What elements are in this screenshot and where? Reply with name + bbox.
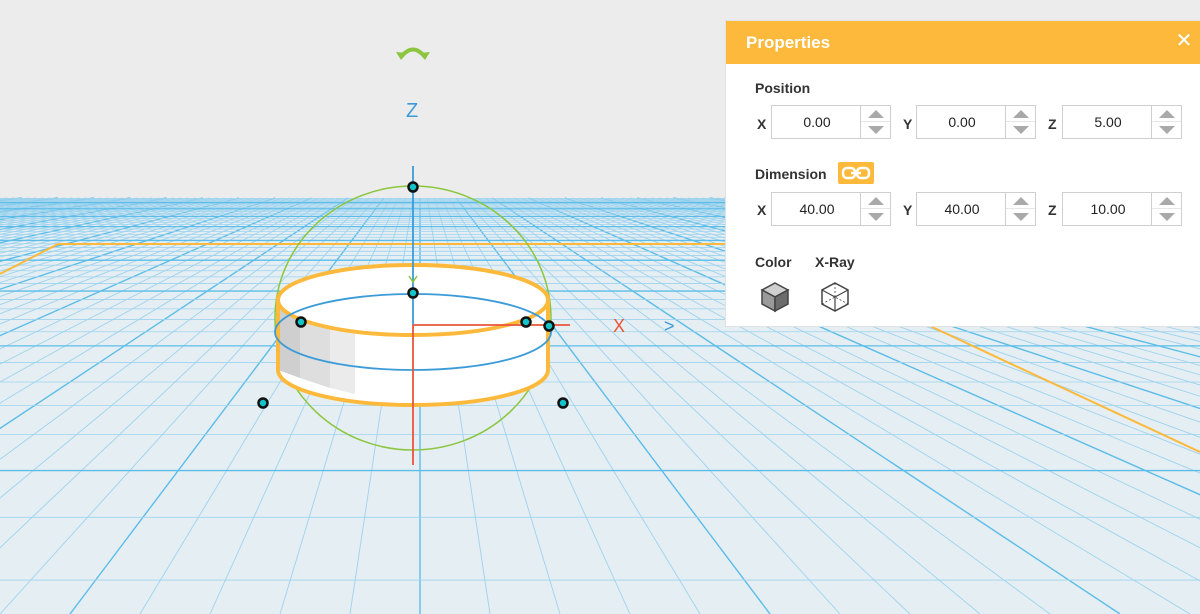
position-z-label: Z bbox=[1048, 116, 1057, 132]
dimension-y-field[interactable] bbox=[916, 192, 1036, 226]
dimension-x-field[interactable] bbox=[771, 192, 891, 226]
decrement-button[interactable] bbox=[1152, 122, 1181, 138]
decrement-button[interactable] bbox=[861, 209, 890, 225]
properties-header: Properties ✕ bbox=[726, 21, 1200, 64]
right-handle bbox=[520, 316, 532, 328]
bottom-left-handle bbox=[257, 397, 269, 409]
color-label: Color bbox=[755, 254, 792, 270]
increment-button[interactable] bbox=[1152, 106, 1181, 122]
dimension-z-label: Z bbox=[1048, 202, 1057, 218]
center-top-handle bbox=[407, 287, 419, 299]
position-x-input[interactable] bbox=[772, 106, 862, 138]
position-label: Position bbox=[755, 80, 811, 96]
position-z-input[interactable] bbox=[1063, 106, 1153, 138]
y-axis-label[interactable]: > bbox=[664, 316, 675, 336]
dimension-z-input[interactable] bbox=[1063, 193, 1153, 225]
decrement-button[interactable] bbox=[1006, 122, 1035, 138]
increment-button[interactable] bbox=[1006, 193, 1035, 209]
link-proportions-icon[interactable] bbox=[838, 162, 874, 184]
position-y-field[interactable] bbox=[916, 105, 1036, 139]
position-x-field[interactable] bbox=[771, 105, 891, 139]
close-icon[interactable]: ✕ bbox=[1174, 31, 1194, 51]
decrement-button[interactable] bbox=[1152, 209, 1181, 225]
dimension-x-input[interactable] bbox=[772, 193, 862, 225]
dimension-z-field[interactable] bbox=[1062, 192, 1182, 226]
decrement-button[interactable] bbox=[861, 122, 890, 138]
z-axis-label[interactable]: Z bbox=[406, 100, 418, 122]
x-handle bbox=[543, 320, 555, 332]
decrement-button[interactable] bbox=[1006, 209, 1035, 225]
x-axis-label[interactable]: X bbox=[613, 316, 625, 336]
top-handle bbox=[407, 181, 419, 193]
bottom-right-handle bbox=[557, 397, 569, 409]
position-y-label: Y bbox=[903, 116, 913, 132]
left-handle bbox=[295, 316, 307, 328]
properties-title: Properties bbox=[746, 33, 831, 52]
increment-button[interactable] bbox=[1006, 106, 1035, 122]
dimension-label: Dimension bbox=[755, 166, 827, 182]
dimension-y-input[interactable] bbox=[917, 193, 1007, 225]
dimension-x-label: X bbox=[757, 202, 767, 218]
xray-label: X-Ray bbox=[815, 254, 855, 270]
rotate-arrow-icon[interactable] bbox=[396, 47, 430, 61]
color-cube-icon[interactable] bbox=[758, 280, 792, 314]
increment-button[interactable] bbox=[861, 106, 890, 122]
xray-cube-icon[interactable] bbox=[818, 280, 852, 314]
increment-button[interactable] bbox=[861, 193, 890, 209]
position-y-input[interactable] bbox=[917, 106, 1007, 138]
position-z-field[interactable] bbox=[1062, 105, 1182, 139]
increment-button[interactable] bbox=[1152, 193, 1181, 209]
position-x-label: X bbox=[757, 116, 767, 132]
dimension-y-label: Y bbox=[903, 202, 913, 218]
